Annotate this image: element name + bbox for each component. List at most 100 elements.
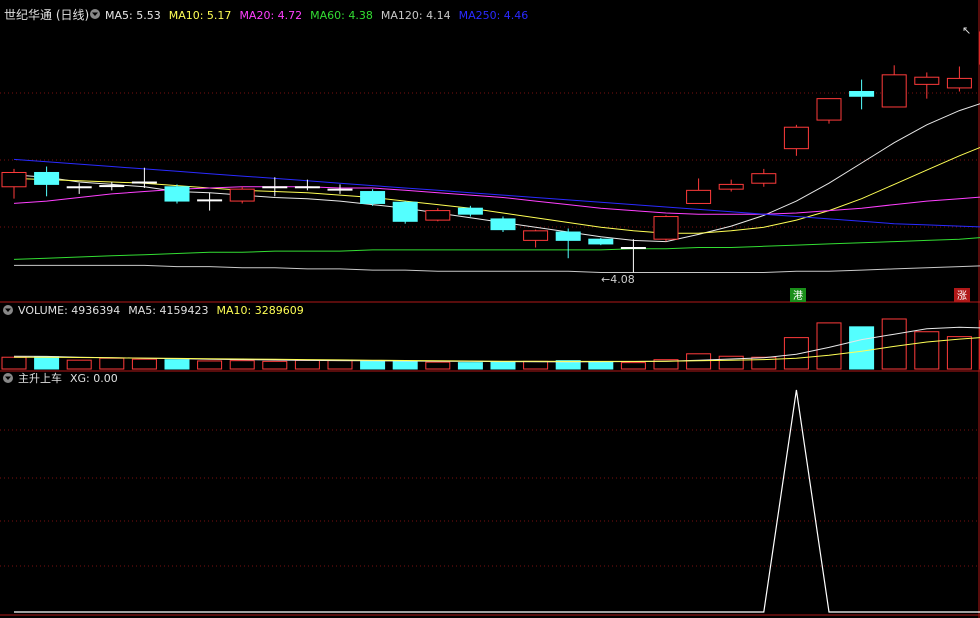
candle: [490, 216, 516, 233]
legend-entry: MA5: 4159423: [128, 304, 208, 317]
candle: [783, 124, 809, 156]
candle-body: [653, 216, 679, 240]
volume-bar: [66, 359, 92, 370]
candle-body: [946, 77, 972, 89]
legend-entry: MA120: 4.14: [381, 9, 451, 22]
candle-body: [34, 171, 60, 185]
candle-body: [555, 231, 581, 241]
candle-body: [783, 126, 809, 150]
candle: [34, 166, 60, 197]
candle-body: [294, 186, 320, 189]
candle: [816, 98, 842, 124]
legend-entry: MA10: 5.17: [169, 9, 232, 22]
ma120-line: [14, 264, 980, 273]
candle: [131, 167, 157, 188]
candle: [392, 201, 418, 224]
candle-body: [490, 218, 516, 231]
volume-bar: [523, 360, 549, 370]
candle: [849, 79, 875, 110]
ma-lines: [13, 103, 980, 273]
candle: [653, 215, 679, 242]
candle-body: [229, 188, 255, 202]
volume-bar: [620, 362, 646, 370]
candle: [327, 184, 353, 194]
candle: [686, 178, 712, 204]
indicator-legend: 主升上车 XG: 0.00: [18, 371, 118, 385]
price-arrow-icon: ↖: [962, 24, 971, 37]
limit-up-badge: 涨: [954, 288, 970, 302]
volume-bar: [849, 326, 875, 370]
candle: [164, 184, 190, 204]
candle-body: [99, 185, 125, 188]
stock-chart[interactable]: ↖ 世纪华通 (日线) MA5: 5.53 MA10: 5.17 MA20: 4.7…: [0, 0, 980, 618]
candle-body: [816, 98, 842, 121]
candle-body: [588, 238, 614, 245]
candle-body: [881, 74, 907, 108]
volume-bar: [131, 358, 157, 370]
volume-bar: [816, 322, 842, 370]
legend-entry: MA60: 4.38: [310, 9, 373, 22]
candle-body: [392, 201, 418, 222]
candle-body: [425, 210, 451, 221]
legend-entry: MA20: 4.72: [239, 9, 302, 22]
candle: [881, 65, 907, 108]
volume-bar: [229, 360, 255, 370]
candle: [588, 237, 614, 246]
candle-body: [164, 186, 190, 202]
volume-bars[interactable]: [1, 318, 980, 370]
volume-bar: [588, 361, 614, 370]
volume-dropdown-icon[interactable]: [3, 305, 13, 315]
candle: [620, 239, 646, 273]
legend-entry: VOLUME: 4936394: [18, 304, 120, 317]
volume-bar: [946, 336, 972, 370]
candle: [229, 186, 255, 204]
candle: [1, 168, 27, 199]
candle-body: [686, 189, 712, 204]
candle: [523, 229, 549, 248]
candle: [718, 179, 744, 192]
stock-title: 世纪华通 (日线): [4, 8, 89, 22]
low-price-marker: ←4.08: [601, 273, 635, 286]
volume-bar: [718, 355, 744, 370]
candle-body: [849, 91, 875, 97]
candle: [751, 168, 777, 187]
ma-legend: MA5: 5.53 MA10: 5.17 MA20: 4.72 MA60: 4.38 M…: [105, 9, 528, 22]
ma20-line: [13, 186, 980, 215]
volume-bar: [783, 337, 809, 370]
volume-bar: [327, 360, 353, 370]
volume-bar: [1, 356, 27, 370]
candle-body: [197, 199, 223, 202]
volume-header: VOLUME: 4936394 MA5: 4159423 MA10: 3289609: [3, 304, 304, 317]
indicator-panel: [14, 389, 980, 613]
legend-entry: 主升上车: [18, 371, 62, 385]
dropdown-icon[interactable]: [90, 9, 100, 19]
volume-bar: [914, 331, 940, 370]
candle: [99, 182, 125, 191]
candle-body: [751, 173, 777, 184]
volume-bar: [425, 361, 451, 370]
volume-bar: [457, 362, 483, 370]
indicator-header: 主升上车 XG: 0.00: [3, 371, 118, 385]
legend-entry: MA10: 3289609: [216, 304, 303, 317]
volume-bar: [197, 360, 223, 370]
indicator-dropdown-icon[interactable]: [3, 373, 13, 383]
volume-bar: [34, 356, 60, 370]
candle-body: [262, 186, 288, 189]
price-header: 世纪华通 (日线) MA5: 5.53 MA10: 5.17 MA20: 4.72 M…: [4, 8, 528, 22]
candlesticks[interactable]: ↖: [1, 24, 980, 273]
candle: [425, 208, 451, 222]
candle: [555, 228, 581, 259]
candle: [262, 177, 288, 197]
svg-text:港: 港: [793, 290, 803, 302]
hk-badge: 港: [790, 288, 806, 302]
candle: [66, 183, 92, 194]
volume-bar: [881, 318, 907, 370]
candle-body: [131, 181, 157, 184]
candle-body: [457, 207, 483, 215]
candle: [360, 189, 386, 206]
ma60-line: [13, 237, 980, 260]
legend-entry: MA5: 5.53: [105, 9, 161, 22]
volume-legend: VOLUME: 4936394 MA5: 4159423 MA10: 3289609: [18, 304, 304, 317]
candle-body: [66, 186, 92, 189]
volume-bar: [262, 360, 288, 370]
